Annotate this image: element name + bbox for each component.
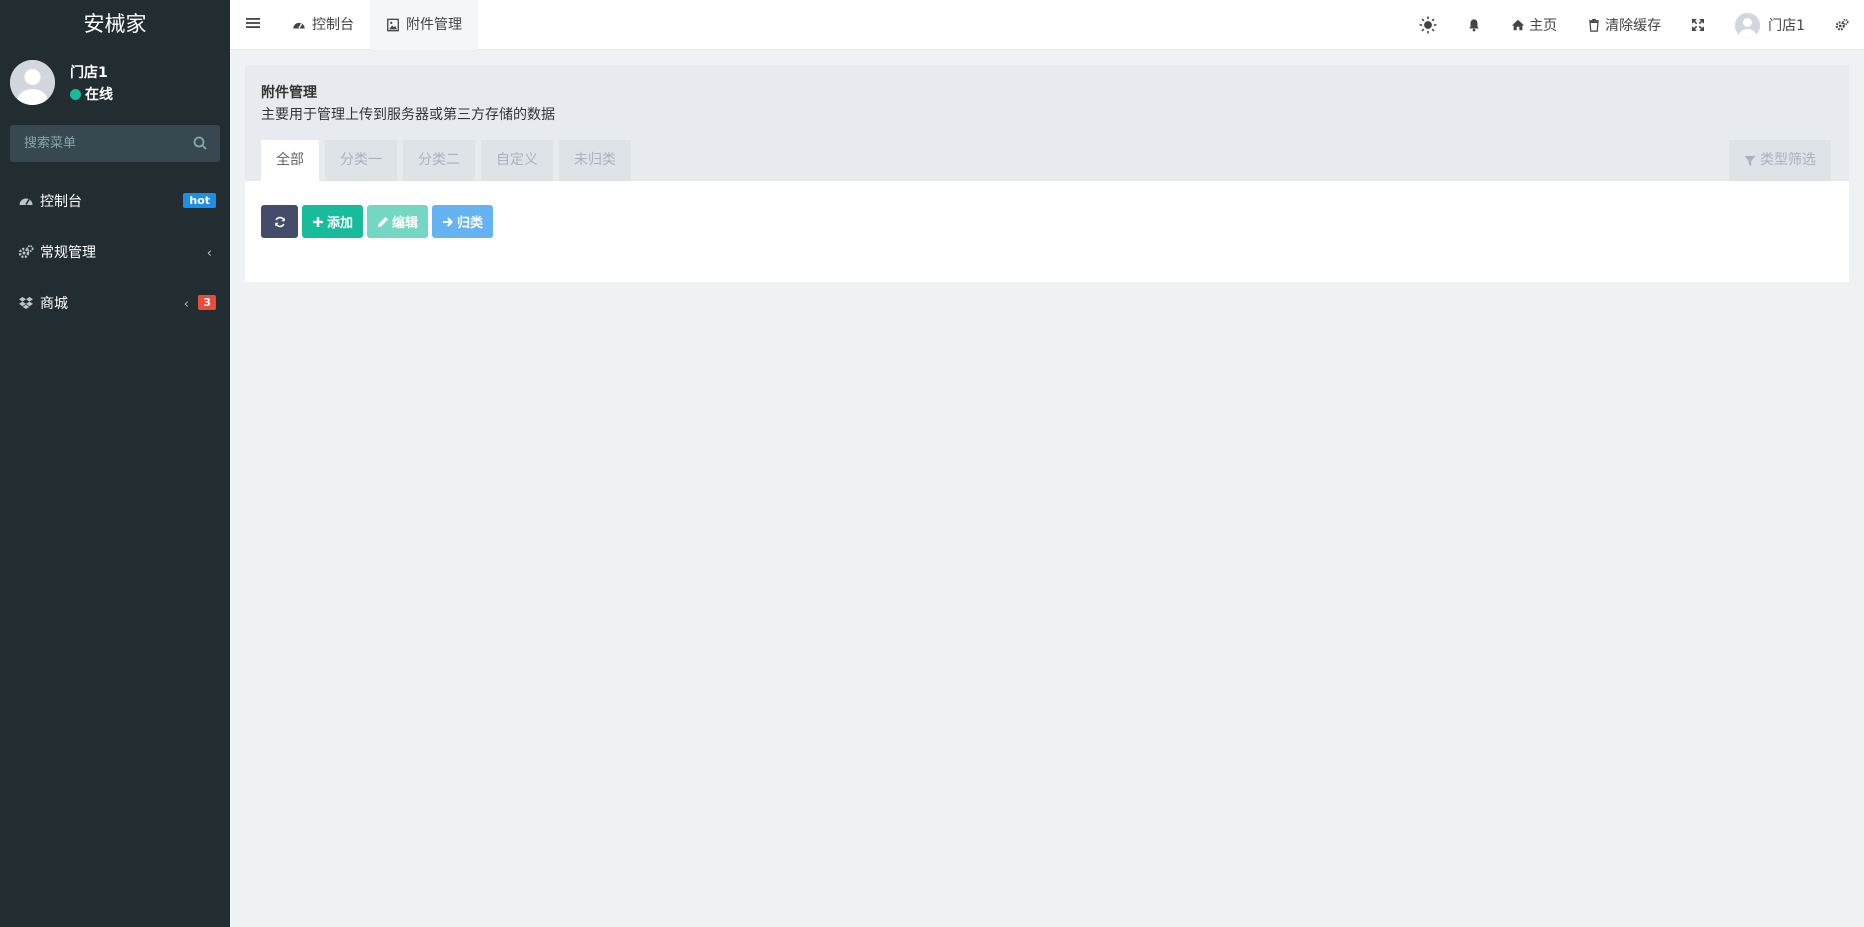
- sidebar: 安械家 门店1 在线 控制台 hot: [0, 0, 230, 927]
- sidebar-item-label: 商城: [40, 295, 68, 312]
- notification-button[interactable]: [1452, 0, 1496, 50]
- bell-icon: [1469, 19, 1479, 32]
- dashboard-icon: [19, 198, 33, 205]
- sidebar-menu: 控制台 hot 常规管理 ‹ 商城 ‹ 3: [0, 175, 230, 328]
- sun-icon: [1419, 16, 1437, 34]
- user-avatar-icon: [1735, 12, 1761, 38]
- page-tabs: 控制台 附件管理: [276, 0, 478, 50]
- tab-dashboard[interactable]: 控制台: [276, 0, 370, 50]
- tab-unclassified[interactable]: 未归类: [559, 140, 631, 181]
- user-status-text: 在线: [85, 87, 113, 103]
- top-header: 控制台 附件管理 主页 清除缓存 门店1: [230, 0, 1864, 50]
- user-status: 在线: [70, 84, 113, 104]
- add-label: 添加: [327, 216, 354, 231]
- sidebar-item-shop[interactable]: 商城 ‹ 3: [0, 277, 230, 328]
- chevron-left-icon: ‹: [206, 246, 212, 261]
- attachment-panel: 附件管理 主要用于管理上传到服务器或第三方存储的数据 全部 分类一 分类二 自定…: [245, 65, 1849, 282]
- menu-search-input[interactable]: [10, 125, 180, 162]
- search-icon[interactable]: [192, 135, 208, 151]
- brand-logo[interactable]: 安械家: [0, 0, 230, 50]
- edit-button[interactable]: 编辑: [367, 205, 429, 238]
- pencil-icon: [378, 216, 389, 227]
- panel-heading: 附件管理 主要用于管理上传到服务器或第三方存储的数据 全部 分类一 分类二 自定…: [245, 65, 1849, 181]
- dropbox-icon: [19, 296, 33, 309]
- filter-icon: [1744, 155, 1756, 166]
- home-button[interactable]: 主页: [1496, 0, 1572, 50]
- page-description: 主要用于管理上传到服务器或第三方存储的数据: [261, 107, 555, 123]
- arrow-right-icon: [443, 217, 454, 226]
- refresh-icon: [274, 216, 285, 227]
- tab-label: 控制台: [312, 17, 354, 33]
- toolbar: 添加 编辑 归类: [261, 205, 497, 238]
- header-user-name: 门店1: [1768, 18, 1805, 34]
- settings-button[interactable]: [1820, 0, 1864, 50]
- tab-category-two[interactable]: 分类二: [403, 140, 475, 181]
- user-panel: 门店1 在线: [0, 50, 230, 116]
- filter-label: 类型筛选: [1760, 152, 1816, 168]
- avatar: [1735, 12, 1761, 38]
- dashboard-icon: [293, 22, 305, 29]
- type-filter-button[interactable]: 类型筛选: [1729, 140, 1831, 181]
- page-title: 附件管理: [261, 85, 317, 101]
- image-icon: [387, 18, 399, 32]
- hot-badge: hot: [183, 193, 216, 208]
- add-button[interactable]: 添加: [302, 205, 364, 238]
- clear-cache-button[interactable]: 清除缓存: [1572, 0, 1676, 50]
- cogs-icon: [18, 244, 34, 258]
- count-badge: 3: [198, 295, 216, 310]
- menu-search: [10, 125, 220, 162]
- cogs-icon: [1835, 18, 1849, 31]
- tab-attachment[interactable]: 附件管理: [370, 0, 478, 50]
- online-dot-icon: [70, 88, 81, 100]
- classify-button[interactable]: 归类: [432, 205, 494, 238]
- clear-cache-label: 清除缓存: [1605, 18, 1662, 34]
- category-tabs: 全部 分类一 分类二 自定义 未归类: [261, 140, 637, 181]
- fullscreen-button[interactable]: [1676, 0, 1720, 50]
- tab-label: 附件管理: [406, 17, 462, 33]
- header-actions: 主页 清除缓存 门店1: [1404, 0, 1864, 50]
- sidebar-item-dashboard[interactable]: 控制台 hot: [0, 175, 230, 226]
- tab-all[interactable]: 全部: [261, 140, 319, 181]
- user-menu-button[interactable]: 门店1: [1720, 0, 1820, 50]
- classify-label: 归类: [457, 216, 484, 231]
- edit-label: 编辑: [392, 216, 419, 231]
- theme-toggle-button[interactable]: [1404, 0, 1452, 50]
- trash-icon: [1589, 18, 1599, 32]
- plus-icon: [313, 216, 323, 227]
- home-icon: [1511, 19, 1525, 31]
- user-avatar-icon: [10, 60, 55, 105]
- refresh-button[interactable]: [261, 205, 298, 238]
- sidebar-item-label: 控制台: [40, 193, 82, 210]
- home-label: 主页: [1529, 18, 1558, 34]
- chevron-left-icon: ‹: [183, 297, 189, 312]
- avatar: [10, 60, 55, 105]
- expand-icon: [1692, 18, 1705, 32]
- sidebar-item-general[interactable]: 常规管理 ‹: [0, 226, 230, 277]
- hamburger-menu-icon[interactable]: [246, 16, 260, 30]
- tab-category-one[interactable]: 分类一: [325, 140, 397, 181]
- user-name: 门店1: [70, 65, 108, 81]
- tab-custom[interactable]: 自定义: [481, 140, 553, 181]
- sidebar-item-label: 常规管理: [40, 244, 96, 261]
